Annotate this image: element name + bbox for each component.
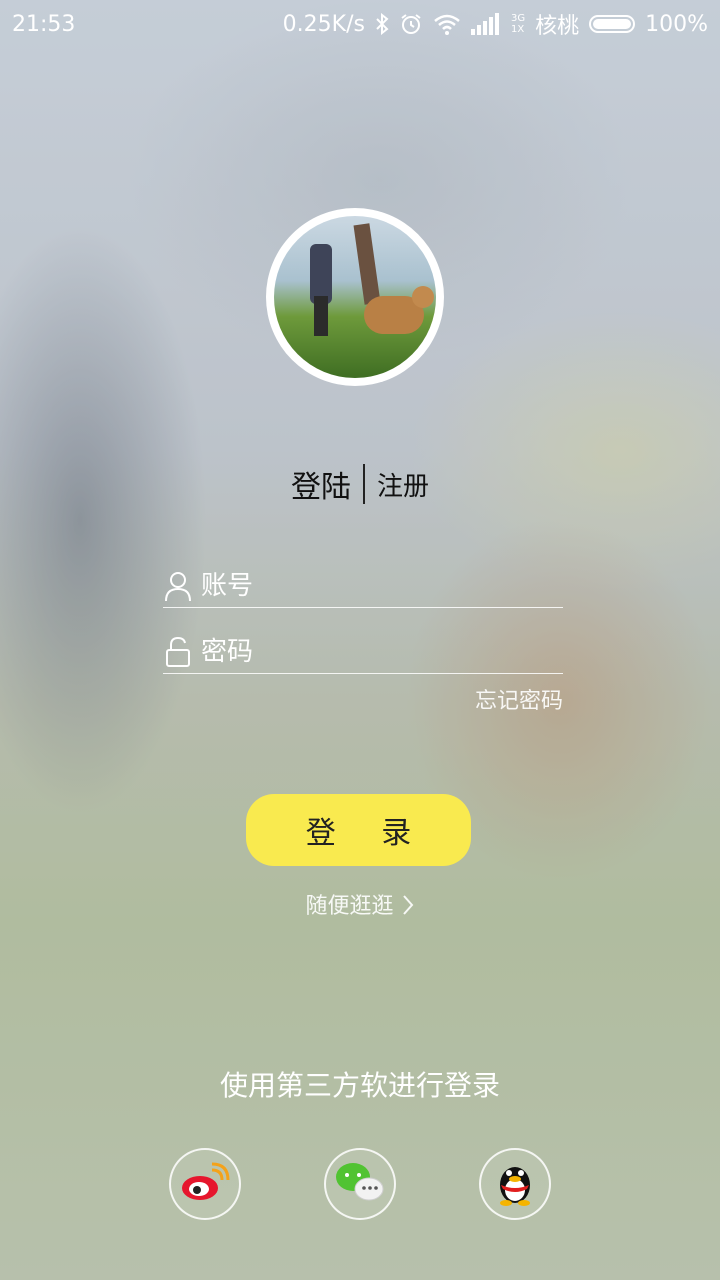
password-input[interactable] [199,635,543,668]
photo-person [310,244,332,304]
status-bar: 21:53 0.25K/s 3G 1X 核桃 100% [0,0,720,48]
qq-login-button[interactable] [479,1148,551,1220]
chevron-right-icon [401,894,415,919]
user-avatar[interactable] [266,208,444,386]
network-type: 3G 1X [510,13,526,35]
photo-person-legs [314,296,328,336]
lock-icon [163,635,193,669]
third-party-title: 使用第三方软进行登录 [219,1069,500,1102]
tab-register[interactable]: 注册 [365,466,429,503]
avatar-photo [274,216,436,378]
browse-link[interactable]: 随便逛逛 [0,888,720,920]
signal-icon [470,13,501,35]
browse-label: 随便逛逛 [305,894,394,919]
bluetooth-icon [375,13,389,35]
network-speed: 0.25K/s [282,11,365,37]
forgot-password-link[interactable]: 忘记密码 [475,683,563,715]
wifi-icon [433,13,461,35]
battery-text: 100% [645,11,708,37]
tab-login[interactable]: 登陆 [291,462,363,506]
auth-tabs: 登陆 注册 [0,462,720,506]
user-icon [163,569,193,603]
password-field[interactable] [163,630,563,674]
wechat-icon [333,1159,387,1209]
photo-tree [353,223,381,305]
battery-fill [593,19,632,29]
account-field[interactable] [163,564,563,608]
account-input[interactable] [199,569,543,602]
weibo-icon [180,1160,230,1208]
weibo-login-button[interactable] [169,1148,241,1220]
login-button[interactable]: 登 录 [246,794,471,866]
wechat-login-button[interactable] [324,1148,396,1220]
carrier-name: 核桃 [535,14,580,39]
battery-icon [589,15,636,33]
status-time: 21:53 [12,11,76,37]
status-right: 0.25K/s 3G 1X 核桃 100% [283,8,708,40]
qq-icon [493,1157,537,1211]
photo-dog-head [412,286,434,308]
alarm-icon [399,12,423,36]
